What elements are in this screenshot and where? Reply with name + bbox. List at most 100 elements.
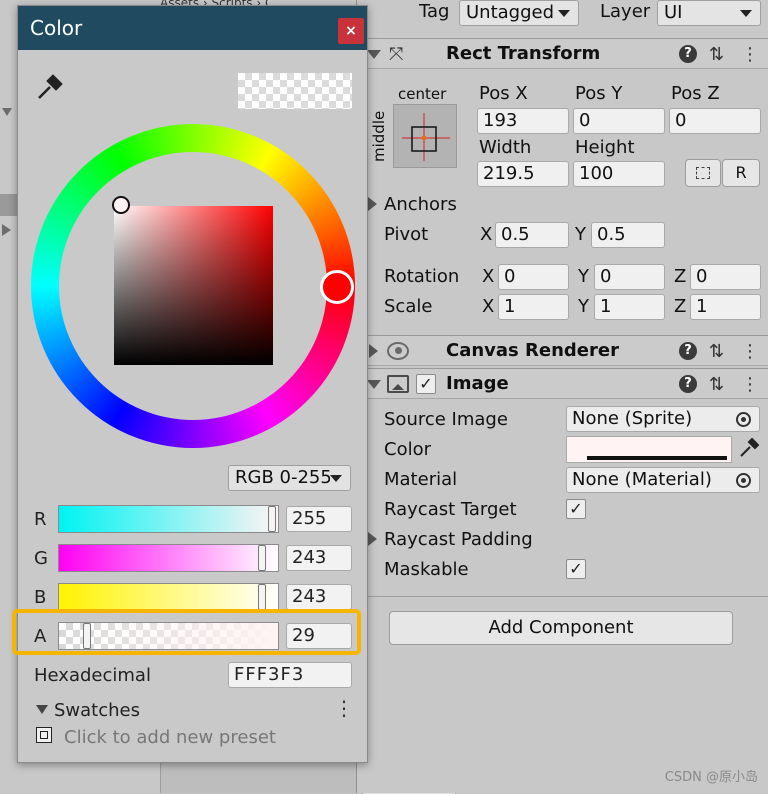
more-options-icon[interactable]: ⋮ [741,44,759,65]
raycast-padding-fold-icon[interactable] [368,532,377,546]
hierarchy-fold-icon[interactable] [2,224,11,236]
fold-arrow-icon[interactable] [369,344,378,358]
height-field[interactable]: 100 [573,161,665,187]
swatches-menu-icon[interactable]: ⋮ [334,696,354,720]
rotation-z-label: Z [674,266,687,287]
pivot-x-label: X [480,224,493,245]
color-picker-title: Color [30,16,83,40]
swatches-fold-icon[interactable] [36,705,48,714]
blueprint-mode-button[interactable] [685,159,721,187]
raycast-target-checkbox[interactable]: ✓ [566,499,586,519]
pivot-y-field[interactable]: 0.5 [591,222,665,248]
fold-arrow-icon[interactable] [367,380,381,389]
color-field[interactable] [566,436,732,463]
close-button[interactable]: × [338,18,364,44]
pivot-label: Pivot [384,224,429,245]
presets-icon[interactable]: ⇅ [709,341,724,362]
chevron-down-icon [330,475,342,482]
width-field[interactable]: 219.5 [477,161,569,187]
source-image-field[interactable]: None (Sprite) [566,406,760,432]
pivot-x-field[interactable]: 0.5 [495,222,569,248]
b-label: B [34,587,47,608]
more-options-icon[interactable]: ⋮ [741,374,759,395]
help-icon[interactable]: ? [679,45,697,63]
hierarchy-selected-row[interactable] [0,194,18,216]
chevron-down-icon [558,10,570,17]
eyedropper-icon[interactable] [737,436,760,465]
g-slider[interactable] [58,544,279,572]
color-mode-dropdown[interactable]: RGB 0-255 [228,465,351,491]
maskable-checkbox[interactable]: ✓ [566,559,586,579]
add-component-button[interactable]: Add Component [389,611,733,645]
anchor-preset-button[interactable] [393,104,457,168]
image-header[interactable]: ✓ Image ? ⇅ ⋮ [357,368,768,399]
canvas-renderer-header[interactable]: Canvas Renderer ? ⇅ ⋮ [357,335,768,366]
scale-x-field[interactable]: 1 [498,294,569,320]
scale-y-label: Y [578,296,589,317]
presets-icon[interactable]: ⇅ [709,374,724,395]
pos-z-label: Pos Z [671,83,720,104]
b-field[interactable]: 243 [286,584,352,610]
width-label: Width [479,137,532,158]
chevron-down-icon [740,10,752,17]
alpha-bar [587,456,727,460]
r-field[interactable]: 255 [286,506,352,532]
rotation-z-field[interactable]: 0 [690,264,761,290]
height-label: Height [575,137,635,158]
add-preset-icon[interactable] [36,727,52,743]
rotation-y-field[interactable]: 0 [594,264,665,290]
anchors-label: Anchors [384,194,457,215]
hex-label: Hexadecimal [34,665,151,686]
pos-z-field[interactable]: 0 [669,108,761,134]
add-preset-text[interactable]: Click to add new preset [64,727,276,748]
source-image-label: Source Image [384,409,508,430]
pos-x-label: Pos X [479,83,528,104]
object-picker-icon[interactable] [736,412,751,427]
hierarchy-fold-icon[interactable] [2,108,12,116]
image-title: Image [446,373,509,394]
tag-dropdown[interactable]: Untagged [459,0,579,26]
canvas-renderer-title: Canvas Renderer [446,340,619,361]
pos-x-field[interactable]: 193 [477,108,569,134]
rect-transform-header[interactable]: ⤧ Rect Transform ? ⇅ ⋮ [357,38,768,69]
eyedropper-icon[interactable] [34,72,64,106]
anchor-preset-icon [402,113,450,161]
rotation-x-field[interactable]: 0 [498,264,569,290]
source-image-value: None (Sprite) [572,408,693,429]
layer-dropdown[interactable]: UI [657,0,761,26]
swatches-label: Swatches [54,700,140,721]
g-field[interactable]: 243 [286,545,352,571]
scale-label: Scale [384,296,433,317]
b-slider[interactable] [58,583,279,611]
material-field[interactable]: None (Material) [566,467,760,493]
pos-y-label: Pos Y [575,83,623,104]
g-slider-handle[interactable] [258,545,266,571]
scale-z-label: Z [674,296,687,317]
b-slider-handle[interactable] [258,584,266,610]
fold-arrow-icon[interactable] [367,50,381,59]
rotation-y-label: Y [578,266,589,287]
hex-field[interactable]: FFF3F3 [228,662,352,688]
r-slider-handle[interactable] [268,506,276,532]
object-picker-icon[interactable] [736,473,751,488]
image-enabled-checkbox[interactable]: ✓ [416,374,436,394]
pos-y-field[interactable]: 0 [573,108,665,134]
rotation-label: Rotation [384,266,460,287]
anchors-fold-icon[interactable] [368,197,377,211]
color-picker-titlebar[interactable]: Color × [18,6,367,50]
help-icon[interactable]: ? [679,342,697,360]
more-options-icon[interactable]: ⋮ [741,341,759,362]
divider [357,596,768,597]
raw-edit-button[interactable]: R [722,159,760,187]
help-icon[interactable]: ? [679,375,697,393]
scale-z-field[interactable]: 1 [690,294,761,320]
color-mode-value: RGB 0-255 [235,467,332,488]
pivot-y-label: Y [575,224,586,245]
hue-handle[interactable] [320,270,354,304]
scale-y-field[interactable]: 1 [594,294,665,320]
saturation-value-square[interactable] [114,206,273,365]
rect-transform-icon: ⤧ [389,44,404,65]
r-slider[interactable] [58,505,279,533]
presets-icon[interactable]: ⇅ [709,44,724,65]
sv-handle[interactable] [112,196,130,214]
